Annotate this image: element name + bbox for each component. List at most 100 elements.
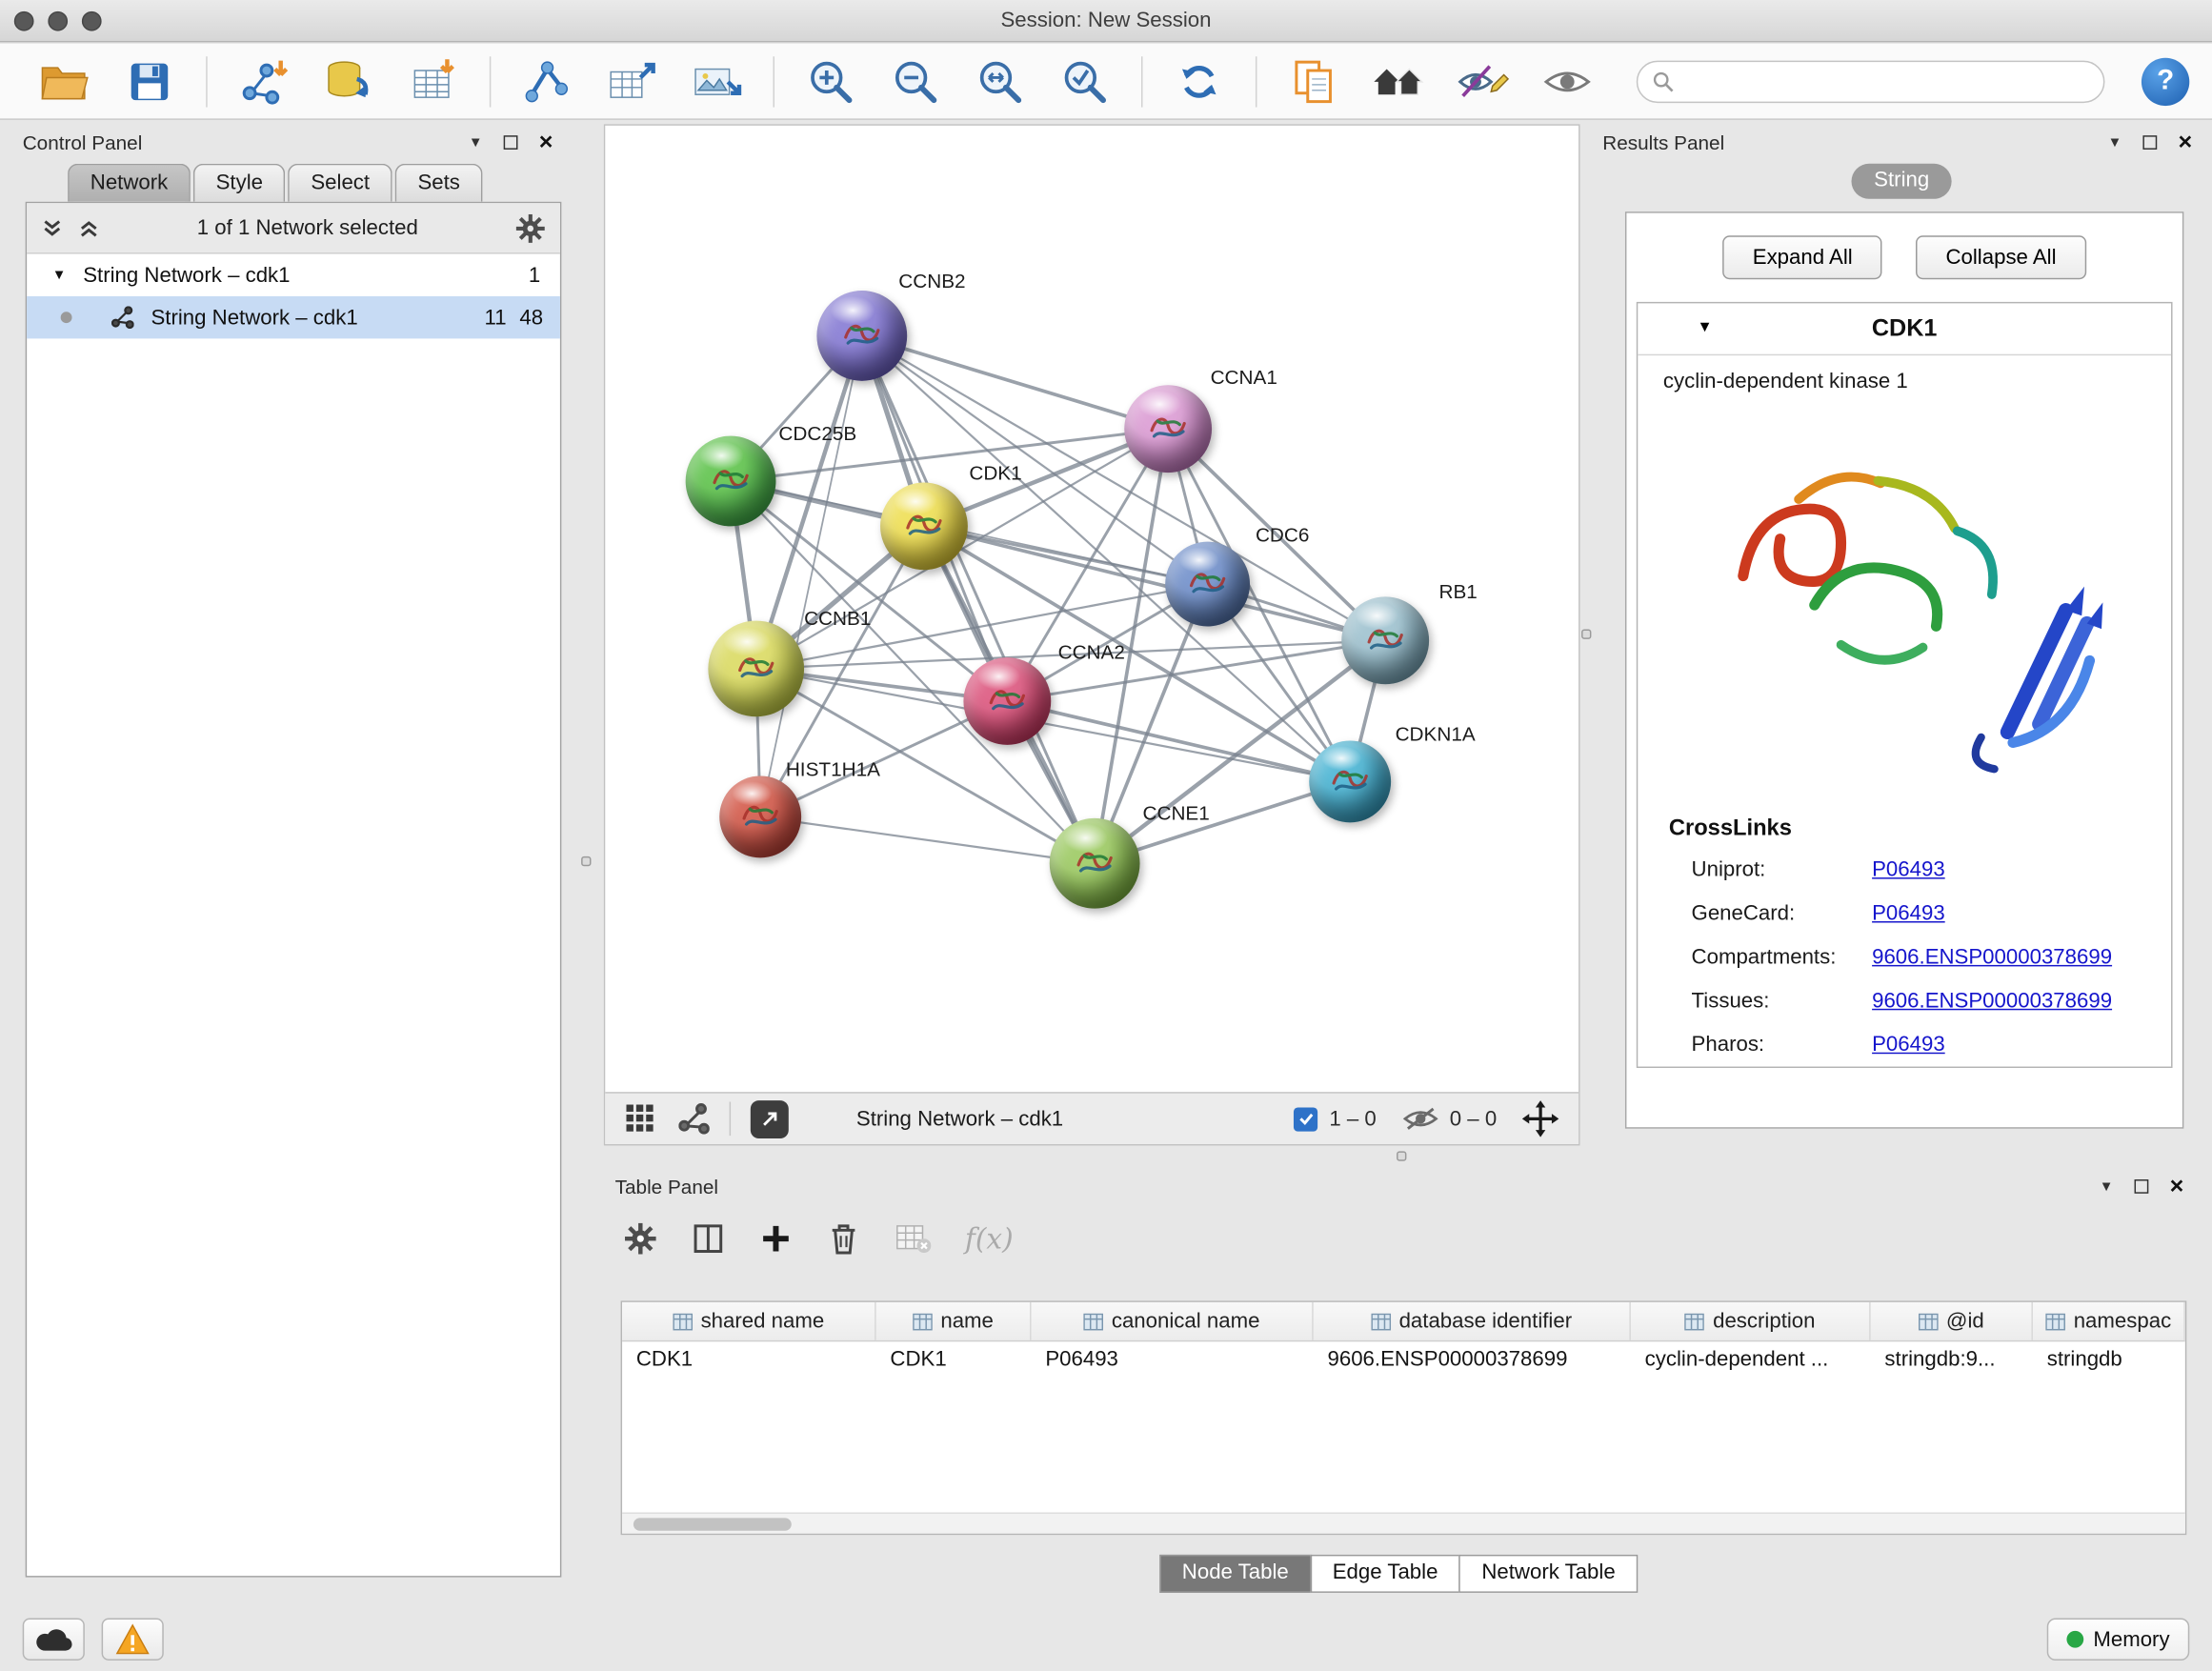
network-node-CDKN1A[interactable] <box>1309 740 1391 822</box>
table-cell-0[interactable]: CDK1 <box>622 1341 876 1379</box>
add-column-icon[interactable] <box>759 1221 794 1256</box>
network-node-CCNE1[interactable] <box>1050 818 1140 909</box>
collapse-gene-icon[interactable]: ▼ <box>1697 319 1712 336</box>
horizontal-splitter-handle[interactable] <box>1397 1151 1406 1160</box>
network-node-CDC25B[interactable] <box>686 436 776 527</box>
crosslink-uniprot-link[interactable]: P06493 <box>1872 848 1945 892</box>
network-edge-HIST1H1A-CCNE1[interactable] <box>760 816 1095 863</box>
string-results-tab[interactable]: String <box>1851 164 1951 199</box>
expand-all-icon[interactable] <box>77 216 100 239</box>
table-cell-6[interactable]: stringdb <box>2033 1341 2185 1379</box>
tab-network[interactable]: Network <box>68 164 191 202</box>
export-image-button[interactable] <box>686 49 748 113</box>
gene-section-header[interactable]: ▼ CDK1 <box>1638 303 2171 355</box>
crosslink-genecard-link[interactable]: P06493 <box>1872 892 1945 936</box>
column-header-name[interactable]: name <box>876 1302 1032 1340</box>
collapse-all-button[interactable]: Collapse All <box>1916 235 2085 279</box>
fit-content-crosshair-icon[interactable] <box>1522 1100 1559 1137</box>
network-canvas[interactable]: CCNB2CCNA1CDC25BCDK1CDC6RB1CCNB1CCNA2CDK… <box>605 126 1579 1092</box>
zoom-fit-button[interactable] <box>969 49 1031 113</box>
home-button[interactable] <box>1367 49 1429 113</box>
panel-menu-icon[interactable]: ▼ <box>2100 1178 2114 1194</box>
column-header-database-identifier[interactable]: database identifier <box>1314 1302 1631 1340</box>
tab-edge-table[interactable]: Edge Table <box>1310 1555 1460 1593</box>
table-cell-1[interactable]: CDK1 <box>876 1341 1032 1379</box>
save-session-button[interactable] <box>118 49 180 113</box>
collapse-all-icon[interactable] <box>41 216 64 239</box>
tab-network-table[interactable]: Network Table <box>1459 1555 1639 1593</box>
network-node-CCNB2[interactable] <box>816 291 907 381</box>
import-network-file-button[interactable] <box>232 49 294 113</box>
selected-checkbox-icon[interactable] <box>1294 1107 1317 1131</box>
export-network-button[interactable] <box>516 49 578 113</box>
network-edge-CCNB2-HIST1H1A[interactable] <box>760 335 862 816</box>
tab-node-table[interactable]: Node Table <box>1159 1555 1311 1593</box>
column-header-canonical-name[interactable]: canonical name <box>1032 1302 1314 1340</box>
column-header-description[interactable]: description <box>1631 1302 1871 1340</box>
table-horizontal-scrollbar[interactable] <box>622 1512 2185 1533</box>
tab-style[interactable]: Style <box>193 164 286 202</box>
vertical-splitter-handle[interactable] <box>581 856 591 866</box>
tab-sets[interactable]: Sets <box>395 164 483 202</box>
import-network-database-button[interactable] <box>317 49 379 113</box>
network-node-CDK1[interactable] <box>880 482 968 570</box>
cloud-button[interactable] <box>23 1619 85 1661</box>
show-columns-icon[interactable] <box>692 1221 726 1256</box>
show-all-button[interactable] <box>1537 49 1599 113</box>
crosslink-pharos-link[interactable]: P06493 <box>1872 1023 1945 1067</box>
network-node-HIST1H1A[interactable] <box>719 775 801 857</box>
search-input[interactable] <box>1683 64 2103 98</box>
float-panel-icon[interactable] <box>2143 135 2158 150</box>
column-header-shared-name[interactable]: shared name <box>622 1302 876 1340</box>
column-header-@id[interactable]: @id <box>1871 1302 2033 1340</box>
open-session-button[interactable] <box>34 49 96 113</box>
table-cell-2[interactable]: P06493 <box>1032 1341 1314 1379</box>
collapse-collection-icon[interactable]: ▼ <box>52 268 67 283</box>
hide-selection-button[interactable] <box>1452 49 1514 113</box>
network-node-CDC6[interactable] <box>1165 542 1250 627</box>
crosslink-tissues-link[interactable]: 9606.ENSP00000378699 <box>1872 979 2112 1023</box>
panel-menu-icon[interactable]: ▼ <box>2108 134 2122 150</box>
table-options-gear-icon[interactable] <box>624 1221 658 1256</box>
column-header-namespac[interactable]: namespac <box>2033 1302 2185 1340</box>
close-panel-icon[interactable]: × <box>2170 1179 2184 1194</box>
apply-layout-button[interactable] <box>1168 49 1230 113</box>
network-edge-CCNB2-CCNE1[interactable] <box>862 335 1095 863</box>
warnings-button[interactable] <box>102 1619 164 1661</box>
vertical-splitter-handle[interactable] <box>1581 629 1591 638</box>
float-panel-icon[interactable] <box>504 135 518 150</box>
table-cell-5[interactable]: stringdb:9... <box>1871 1341 2033 1379</box>
table-cell-4[interactable]: cyclin-dependent ... <box>1631 1341 1871 1379</box>
zoom-in-button[interactable] <box>800 49 862 113</box>
expand-all-button[interactable]: Expand All <box>1723 235 1882 279</box>
network-edge-CCNB2-CCNA1[interactable] <box>862 335 1168 429</box>
tab-select[interactable]: Select <box>289 164 392 202</box>
duplicate-network-button[interactable] <box>1282 49 1344 113</box>
export-table-button[interactable] <box>601 49 663 113</box>
network-node-CCNA1[interactable] <box>1124 385 1212 473</box>
network-node-CCNA2[interactable] <box>963 657 1051 745</box>
memory-button[interactable]: Memory <box>2046 1619 2189 1661</box>
network-row[interactable]: String Network – cdk1 11 48 <box>27 296 560 338</box>
zoom-selected-button[interactable] <box>1054 49 1116 113</box>
table-row[interactable]: CDK1CDK1P064939606.ENSP00000378699cyclin… <box>622 1341 2185 1379</box>
network-node-RB1[interactable] <box>1341 596 1429 684</box>
close-panel-icon[interactable]: × <box>539 135 553 150</box>
network-options-gear-icon[interactable] <box>515 212 547 244</box>
hidden-eye-icon[interactable] <box>1401 1106 1438 1132</box>
crosslink-compartments-link[interactable]: 9606.ENSP00000378699 <box>1872 936 2112 979</box>
open-in-browser-button[interactable] <box>751 1099 789 1137</box>
table-cell-3[interactable]: 9606.ENSP00000378699 <box>1314 1341 1631 1379</box>
zoom-out-button[interactable] <box>884 49 946 113</box>
share-network-icon[interactable] <box>678 1103 710 1135</box>
close-panel-icon[interactable]: × <box>2179 135 2193 150</box>
delete-column-trash-icon[interactable] <box>827 1220 861 1258</box>
scrollbar-thumb[interactable] <box>633 1518 792 1530</box>
birdseye-grid-icon[interactable] <box>625 1103 656 1135</box>
network-edge-CCNA2-CDKN1A[interactable] <box>1007 701 1350 781</box>
panel-menu-icon[interactable]: ▼ <box>469 134 483 150</box>
network-node-CCNB1[interactable] <box>708 621 804 717</box>
network-collection-row[interactable]: ▼ String Network – cdk1 1 <box>27 254 560 296</box>
float-panel-icon[interactable] <box>2135 1179 2149 1194</box>
import-table-file-button[interactable] <box>402 49 464 113</box>
